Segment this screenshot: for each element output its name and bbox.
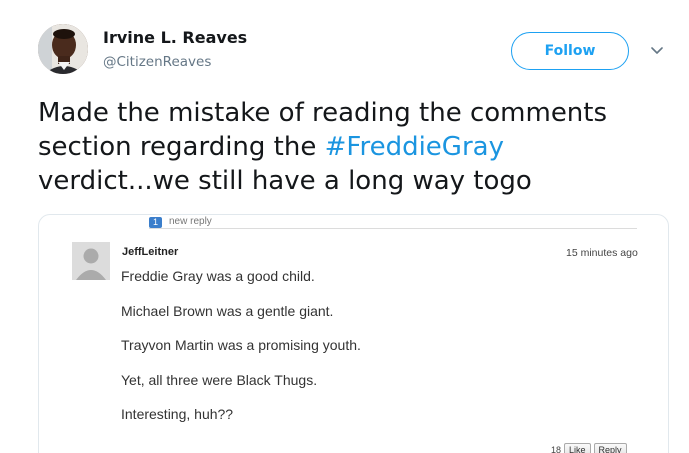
reply-button: Reply — [593, 443, 627, 453]
tweet-text-line: Made the mistake of reading the comments — [38, 96, 668, 130]
comment-line: Trayvon Martin was a promising youth. — [121, 337, 361, 353]
tweet-text-line: section regarding the #FreddieGray — [38, 130, 668, 164]
user-handle[interactable]: @CitizenReaves — [103, 54, 211, 70]
hashtag-link[interactable]: #FreddieGray — [325, 132, 504, 162]
tweet-text-line: verdict...we still have a long way togo — [38, 164, 668, 198]
text-segment: Made the mistake of reading the comments — [38, 98, 608, 128]
comment-line: Michael Brown was a gentle giant. — [121, 303, 334, 319]
follow-button[interactable]: Follow — [511, 32, 629, 70]
chevron-down-icon[interactable] — [648, 42, 666, 60]
comment-timestamp: 15 minutes ago — [566, 247, 638, 259]
tweet-text: Made the mistake of reading the comments… — [38, 96, 668, 198]
text-segment: section regarding the — [38, 132, 325, 162]
avatar-photo — [38, 24, 88, 74]
like-button: Like — [564, 443, 591, 453]
comment-line: Yet, all three were Black Thugs. — [121, 372, 318, 388]
comment-footer: 18 Like Reply — [551, 443, 627, 453]
like-count: 18 — [551, 445, 562, 453]
comment-author: JeffLeitner — [122, 246, 179, 258]
display-name[interactable]: Irvine L. Reaves — [103, 28, 247, 47]
new-reply-label: new reply — [169, 216, 212, 227]
default-avatar-icon — [72, 242, 110, 280]
attached-image[interactable]: 1 new reply JeffLeitner 15 minutes ago F… — [38, 214, 669, 453]
comment-line: Interesting, huh?? — [121, 406, 234, 422]
tweet-card: Irvine L. Reaves @CitizenReaves Follow M… — [0, 0, 689, 453]
new-reply-count-badge: 1 — [149, 217, 162, 228]
avatar[interactable] — [38, 24, 88, 74]
comment-line: Freddie Gray was a good child. — [121, 268, 315, 284]
text-segment: verdict...we still have a long way togo — [38, 166, 532, 196]
new-reply-bar: 1 new reply — [149, 216, 637, 229]
